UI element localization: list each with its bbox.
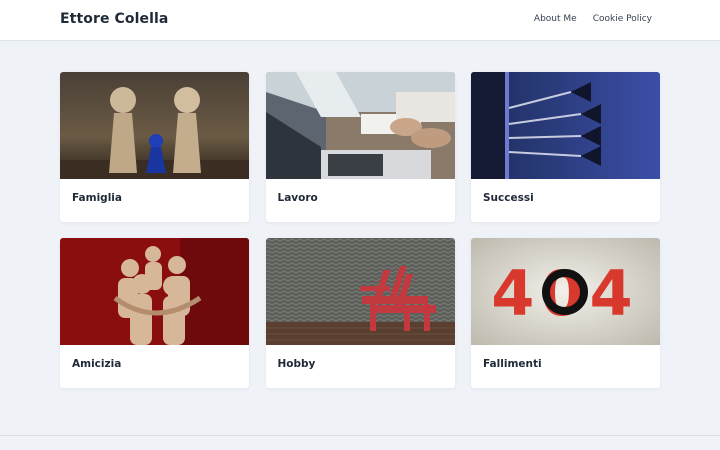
famiglia-image: [60, 72, 249, 179]
card-hobby[interactable]: Hobby: [265, 238, 455, 388]
card-lavoro[interactable]: Lavoro: [265, 72, 455, 222]
footer-divider: [0, 435, 720, 436]
category-grid: Famiglia Lavoro Successi Amicizia Hobby …: [60, 72, 660, 388]
card-title: Hobby: [277, 358, 316, 370]
hobby-image: [265, 238, 455, 345]
fallimenti-image: 404: [471, 238, 660, 345]
card-amicizia[interactable]: Amicizia: [60, 238, 249, 388]
site-header: Ettore Colella About Me Cookie Policy: [0, 0, 720, 41]
lavoro-image: [265, 72, 455, 179]
card-fallimenti[interactable]: 404 Fallimenti: [471, 238, 660, 388]
nav-link-cookie-policy[interactable]: Cookie Policy: [593, 14, 652, 24]
main-nav: About Me Cookie Policy: [534, 14, 652, 24]
card-famiglia[interactable]: Famiglia: [60, 72, 249, 222]
card-title: Successi: [483, 192, 534, 204]
site-brand[interactable]: Ettore Colella: [60, 11, 168, 27]
error-code-graffiti: 404: [491, 257, 638, 330]
card-title: Amicizia: [72, 358, 122, 370]
successi-image: [471, 72, 660, 179]
nav-link-about-me[interactable]: About Me: [534, 14, 577, 24]
card-title: Fallimenti: [483, 358, 542, 370]
card-title: Famiglia: [72, 192, 122, 204]
amicizia-image: [60, 238, 249, 345]
card-title: Lavoro: [277, 192, 318, 204]
card-successi[interactable]: Successi: [471, 72, 660, 222]
